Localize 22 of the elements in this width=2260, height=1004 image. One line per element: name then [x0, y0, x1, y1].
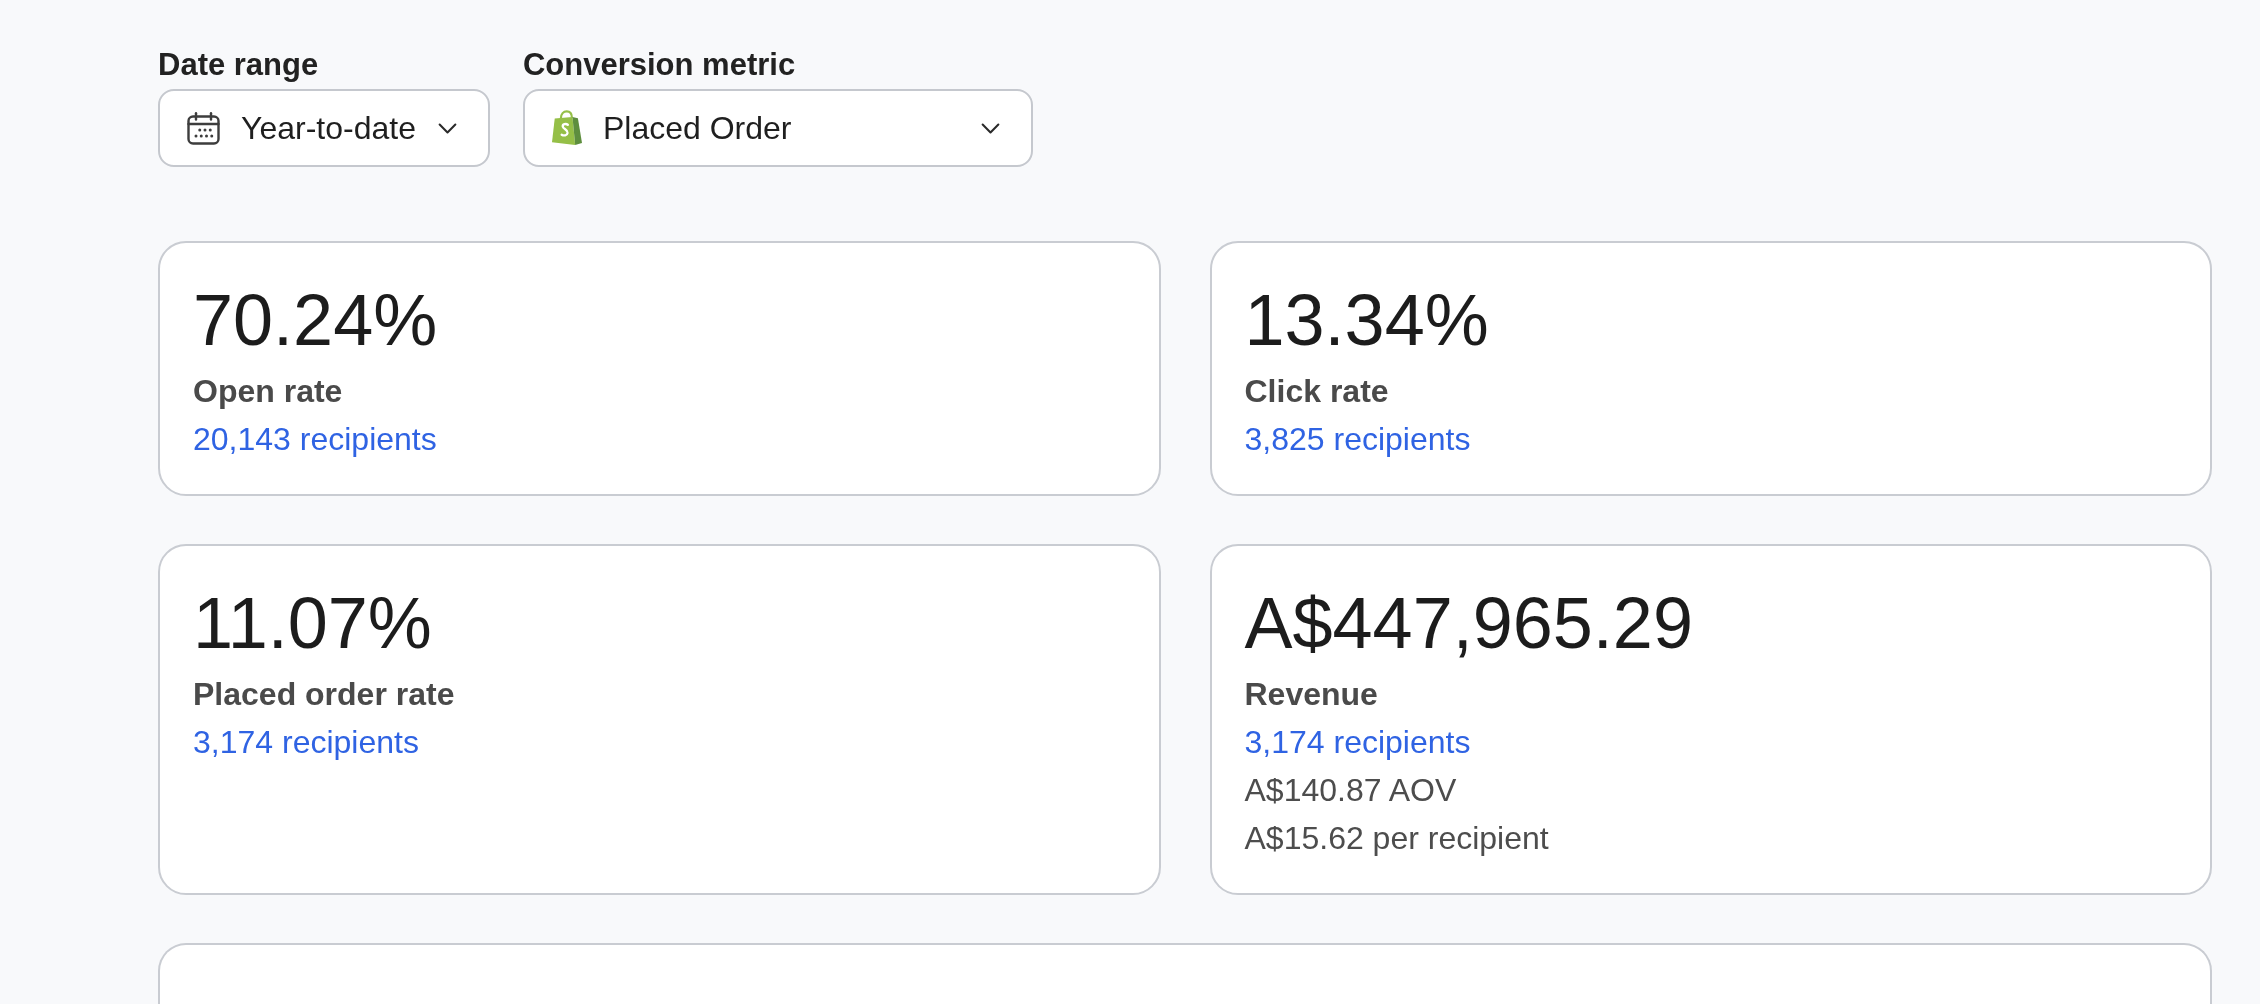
chevron-down-icon: [437, 122, 457, 134]
metric-label: Revenue: [1244, 675, 1378, 714]
metric-value: 70.24%: [193, 284, 438, 356]
detail-text: A$140.87 AOV: [1244, 771, 1457, 810]
calendar-icon: [187, 111, 220, 145]
recipients-link[interactable]: 3,825 recipients: [1244, 415, 1471, 463]
dropdown[interactable]: Year-to-date: [158, 89, 490, 167]
chevron-down-icon: [980, 122, 1000, 134]
metric-value: 13.34%: [1244, 284, 1489, 356]
field-label: Conversion metric: [522, 46, 797, 84]
metric-value: 11.07%: [193, 587, 432, 659]
metric-label: Click rate: [1244, 372, 1389, 411]
metric-label: Placed order rate: [193, 675, 455, 714]
shopping-bag-icon: [551, 110, 582, 146]
recipients-link[interactable]: 3,174 recipients: [193, 718, 419, 766]
dropdown[interactable]: Placed Order: [522, 89, 1033, 167]
detail-text: A$15.62 per recipient: [1244, 819, 1549, 858]
recipients-link[interactable]: 3,174 recipients: [1244, 718, 1471, 766]
metric-value: A$447,965.29: [1244, 587, 1693, 659]
field-label: Date range: [158, 46, 320, 84]
recipients-link[interactable]: 20,143 recipients: [193, 415, 437, 463]
metric-label: Open rate: [193, 372, 343, 411]
